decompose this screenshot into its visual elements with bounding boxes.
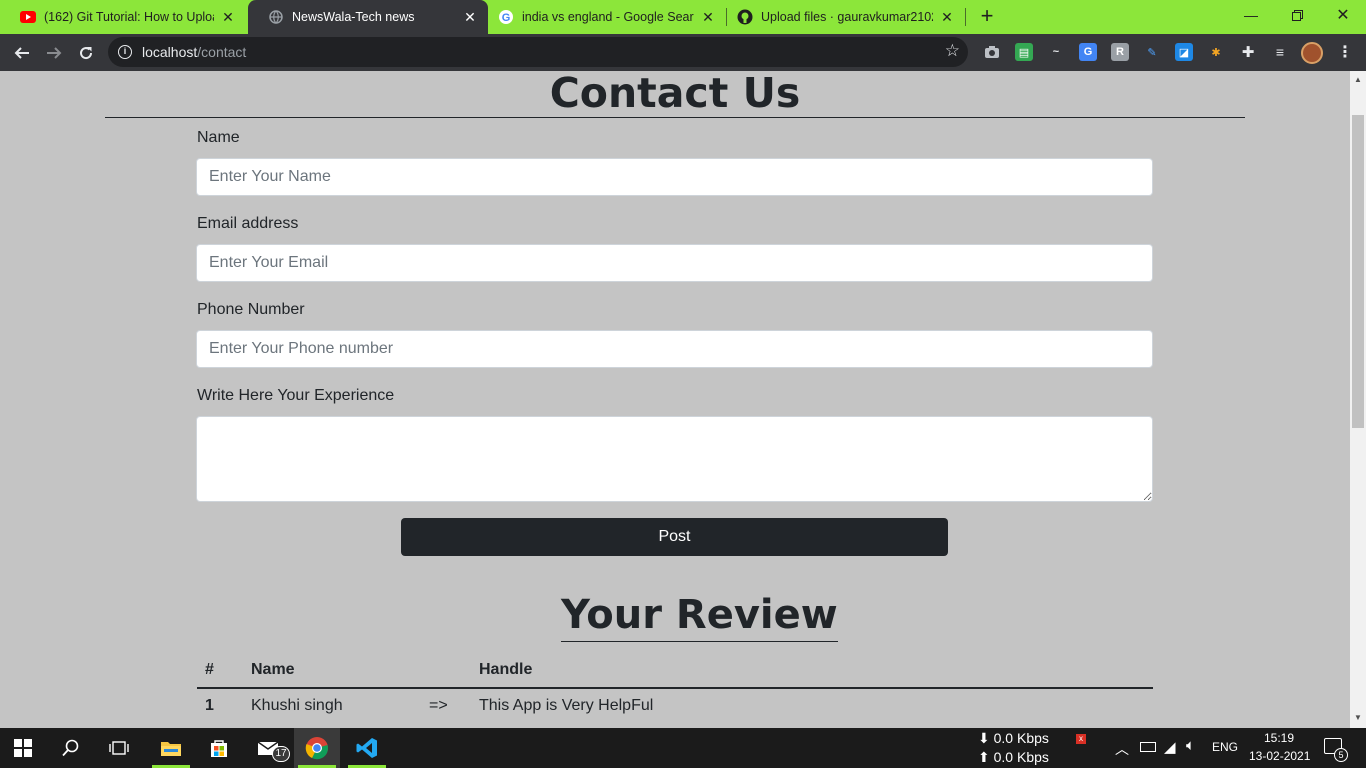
r-extension-icon[interactable]: R — [1111, 43, 1129, 61]
menu-kebab-icon[interactable]: ⋮ — [1336, 43, 1354, 61]
youtube-icon — [20, 9, 36, 25]
address-bar[interactable]: i localhost/contact ☆ — [108, 37, 968, 67]
new-tab-button[interactable]: + — [976, 5, 998, 28]
bug-extension-icon[interactable]: ✱ — [1207, 43, 1225, 61]
close-icon[interactable]: ✕ — [939, 9, 955, 25]
tab-title: (162) Git Tutorial: How to Upload — [44, 10, 214, 24]
bookmark-star-icon[interactable]: ☆ — [945, 41, 960, 61]
tab-title: Upload files · gauravkumar2102/ — [761, 10, 933, 24]
profile-avatar[interactable] — [1301, 42, 1323, 64]
url-path: /contact — [197, 44, 247, 60]
page-title: Contact Us — [549, 71, 801, 117]
vscode-icon[interactable] — [344, 728, 390, 768]
wifi-icon[interactable]: ◢ — [1164, 738, 1176, 756]
chrome-taskbar-icon[interactable] — [294, 728, 340, 768]
back-button[interactable] — [9, 40, 35, 66]
translate-extension-icon[interactable]: G — [1079, 43, 1097, 61]
camera-extension-icon[interactable] — [983, 43, 1001, 61]
pen-extension-icon[interactable]: ✎ — [1143, 43, 1161, 61]
table-row: 1 Khushi singh => This App is Very HelpF… — [197, 697, 1153, 727]
scroll-up-arrow-icon[interactable]: ▲ — [1354, 75, 1362, 84]
close-icon[interactable]: ✕ — [462, 9, 478, 25]
battery-icon[interactable] — [1140, 742, 1156, 752]
media-queue-icon[interactable]: ≡ — [1271, 43, 1289, 61]
reload-button[interactable] — [73, 40, 99, 66]
review-table-header: # Name Handle — [197, 661, 1153, 689]
tab-strip: (162) Git Tutorial: How to Upload ✕ News… — [0, 0, 1366, 34]
task-view-icon[interactable] — [96, 728, 142, 768]
email-label: Email address — [197, 215, 299, 232]
close-icon[interactable]: ✕ — [220, 9, 236, 25]
github-icon — [737, 9, 753, 25]
tab-newswala[interactable]: NewsWala-Tech news ✕ — [248, 0, 488, 34]
email-input[interactable] — [196, 244, 1153, 282]
url-host: localhost — [142, 44, 198, 60]
tab-title: NewsWala-Tech news — [292, 10, 415, 24]
tab-separator — [965, 8, 966, 26]
page-viewport: Contact Us Name Email address Phone Numb… — [0, 71, 1350, 728]
row-arrow: => — [429, 697, 448, 714]
notification-count-badge: 5 — [1334, 748, 1348, 762]
store-icon[interactable] — [196, 728, 242, 768]
svg-text:G: G — [502, 12, 511, 24]
clock-date[interactable]: 13-02-2021 — [1249, 749, 1310, 763]
wave-extension-icon[interactable]: ~ — [1047, 43, 1065, 61]
header-number: # — [205, 661, 214, 678]
scroll-down-arrow-icon[interactable]: ▼ — [1354, 713, 1362, 722]
close-window-button[interactable]: ✕ — [1320, 0, 1366, 30]
close-monitor-icon[interactable]: x — [1076, 734, 1086, 744]
globe-icon — [268, 9, 284, 25]
post-button[interactable]: Post — [401, 518, 948, 556]
experience-label: Write Here Your Experience — [197, 387, 395, 404]
phone-label: Phone Number — [197, 301, 305, 318]
google-icon: G — [498, 9, 514, 25]
tab-github[interactable]: Upload files · gauravkumar2102/ ✕ — [727, 0, 965, 34]
file-explorer-icon[interactable] — [148, 728, 194, 768]
phone-input[interactable] — [196, 330, 1153, 368]
tab-youtube[interactable]: (162) Git Tutorial: How to Upload ✕ — [0, 0, 246, 34]
page-scrollbar[interactable]: ▲ ▼ — [1350, 71, 1366, 728]
tab-google-search[interactable]: G india vs england - Google Search ✕ — [488, 0, 726, 34]
header-name: Name — [251, 661, 295, 678]
title-divider — [105, 117, 1245, 118]
net-up-value: 0.0 Kbps — [993, 749, 1049, 765]
mail-icon[interactable]: 17 — [246, 728, 292, 768]
tab-title: india vs england - Google Search — [522, 10, 694, 24]
search-icon[interactable] — [48, 728, 94, 768]
row-handle: This App is Very HelpFul — [479, 697, 654, 714]
start-button[interactable] — [0, 728, 46, 768]
browser-toolbar: i localhost/contact ☆ ▤ ~ G R ✎ ◪ ✱ ✚ ≡ … — [0, 34, 1366, 71]
grammar-extension-icon[interactable]: ▤ — [1015, 43, 1033, 61]
close-icon[interactable]: ✕ — [700, 9, 716, 25]
forward-button[interactable] — [41, 40, 67, 66]
volume-icon[interactable]: 🔈︎ — [1186, 737, 1195, 754]
row-number: 1 — [205, 697, 214, 714]
header-handle: Handle — [479, 661, 533, 678]
minimize-button[interactable]: — — [1228, 0, 1274, 30]
url-text: localhost/contact — [142, 44, 246, 60]
windows-taskbar: 17 ⬇ 0.0 Kbps ⬆ 0.0 Kbps x ︿ ◢ 🔈︎ ENG 15… — [0, 728, 1366, 768]
experience-textarea[interactable] — [196, 416, 1153, 502]
review-title: Your Review — [561, 589, 838, 642]
chevron-up-icon[interactable]: ︿ — [1115, 739, 1129, 759]
info-icon[interactable]: i — [118, 45, 132, 59]
name-label: Name — [197, 129, 240, 146]
clock-time[interactable]: 15:19 — [1264, 731, 1294, 745]
network-speed-down: ⬇ 0.0 Kbps — [978, 730, 1049, 746]
blue-extension-icon[interactable]: ◪ — [1175, 43, 1193, 61]
mail-badge: 17 — [272, 746, 290, 762]
extensions-puzzle-icon[interactable]: ✚ — [1239, 43, 1257, 61]
net-down-value: 0.0 Kbps — [993, 730, 1049, 746]
scrollbar-thumb[interactable] — [1352, 115, 1364, 428]
network-speed-up: ⬆ 0.0 Kbps — [978, 749, 1049, 765]
restore-button[interactable] — [1274, 0, 1320, 30]
name-input[interactable] — [196, 158, 1153, 196]
language-indicator[interactable]: ENG — [1212, 740, 1238, 754]
row-name: Khushi singh — [251, 697, 343, 714]
